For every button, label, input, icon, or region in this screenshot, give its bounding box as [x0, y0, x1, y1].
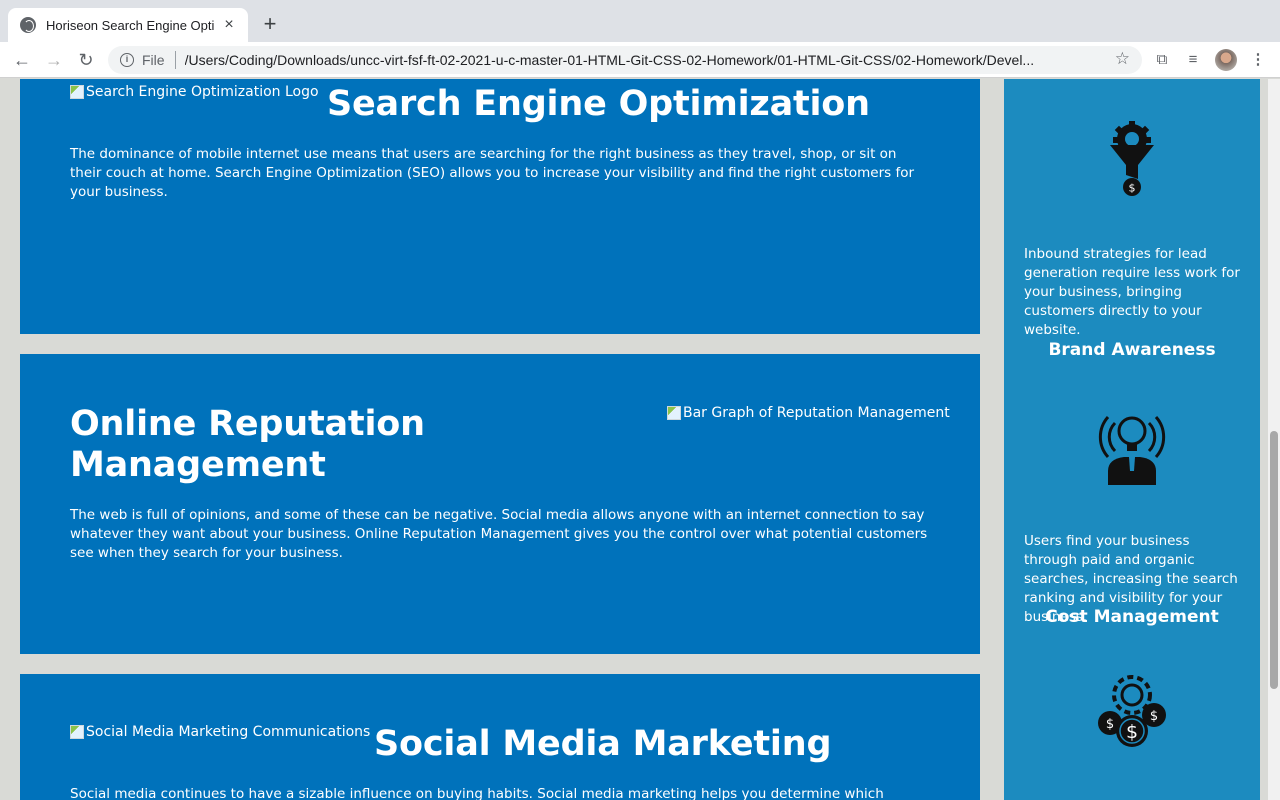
- social-media-section: Social Media Marketing Communications So…: [20, 674, 980, 800]
- globe-icon: [20, 17, 36, 33]
- page-scrollbar[interactable]: [1268, 79, 1280, 800]
- lead-generation-text: Inbound strategies for lead generation r…: [1024, 246, 1240, 338]
- broken-image-icon: [70, 725, 84, 739]
- forward-button[interactable]: →: [42, 48, 66, 72]
- browser-toolbar: ← → ↻ i File /Users/Coding/Downloads/unc…: [0, 42, 1280, 78]
- benefits-sidebar: $ Inbound strategies for lead generation…: [1004, 79, 1260, 800]
- info-icon[interactable]: i: [120, 53, 134, 67]
- reputation-graph-alt-text: Bar Graph of Reputation Management: [683, 405, 950, 421]
- profile-avatar[interactable]: [1215, 49, 1237, 71]
- reputation-section: Bar Graph of Reputation Management Onlin…: [20, 354, 980, 654]
- svg-text:$: $: [1150, 709, 1158, 724]
- reputation-graph-image: Bar Graph of Reputation Management: [667, 405, 950, 421]
- tab-title: Horiseon Search Engine Optim: [46, 17, 214, 33]
- social-media-title: Social Media Marketing: [374, 724, 832, 764]
- scrollbar-thumb[interactable]: [1270, 431, 1278, 689]
- svg-text:$: $: [1106, 717, 1114, 732]
- reload-button[interactable]: ↻: [74, 48, 98, 72]
- lead-generation-funnel-icon: $: [1110, 121, 1154, 196]
- seo-body: The dominance of mobile internet use mea…: [70, 146, 915, 200]
- reputation-title: Online Reputation Management: [70, 404, 425, 485]
- seo-section: Search Engine Optimization Logo Search E…: [20, 79, 980, 334]
- browser-menu-icon[interactable]: ⋮: [1248, 50, 1268, 70]
- svg-text:$: $: [1126, 721, 1138, 743]
- file-scheme-label: File: [142, 52, 165, 68]
- brand-awareness-bulb-icon: [1098, 416, 1166, 485]
- close-icon[interactable]: ×: [220, 16, 238, 34]
- browser-tab-bar: Horiseon Search Engine Optim × +: [0, 0, 1280, 42]
- social-media-alt-text: Social Media Marketing Communications: [86, 724, 371, 740]
- brand-awareness-heading: Brand Awareness: [1048, 340, 1216, 360]
- seo-logo-image: Search Engine Optimization Logo: [70, 84, 319, 100]
- broken-image-icon: [70, 85, 84, 99]
- broken-image-icon: [667, 406, 681, 420]
- url-text[interactable]: /Users/Coding/Downloads/uncc-virt-fsf-ft…: [185, 52, 1097, 68]
- page-viewport: Search Engine Optimization Logo Search E…: [0, 79, 1280, 800]
- new-tab-button[interactable]: +: [258, 11, 282, 37]
- svg-text:$: $: [1129, 182, 1136, 195]
- seo-logo-alt-text: Search Engine Optimization Logo: [86, 84, 319, 100]
- cost-management-coins-icon: $ $ $: [1098, 675, 1166, 747]
- back-button[interactable]: ←: [10, 48, 34, 72]
- cost-management-heading: Cost Management: [1045, 607, 1219, 627]
- social-media-body: Social media continues to have a sizable…: [70, 786, 884, 800]
- browser-tab[interactable]: Horiseon Search Engine Optim ×: [8, 8, 248, 42]
- extensions-icon[interactable]: ⧉: [1152, 50, 1172, 70]
- media-controls-icon[interactable]: ≡: [1183, 50, 1203, 70]
- address-separator: [174, 51, 176, 69]
- bookmark-star-icon[interactable]: ☆: [1115, 49, 1130, 69]
- reputation-body: The web is full of opinions, and some of…: [70, 507, 928, 561]
- seo-title: Search Engine Optimization: [327, 84, 870, 124]
- address-bar[interactable]: i File /Users/Coding/Downloads/uncc-virt…: [108, 46, 1142, 74]
- social-media-image: Social Media Marketing Communications: [70, 724, 370, 740]
